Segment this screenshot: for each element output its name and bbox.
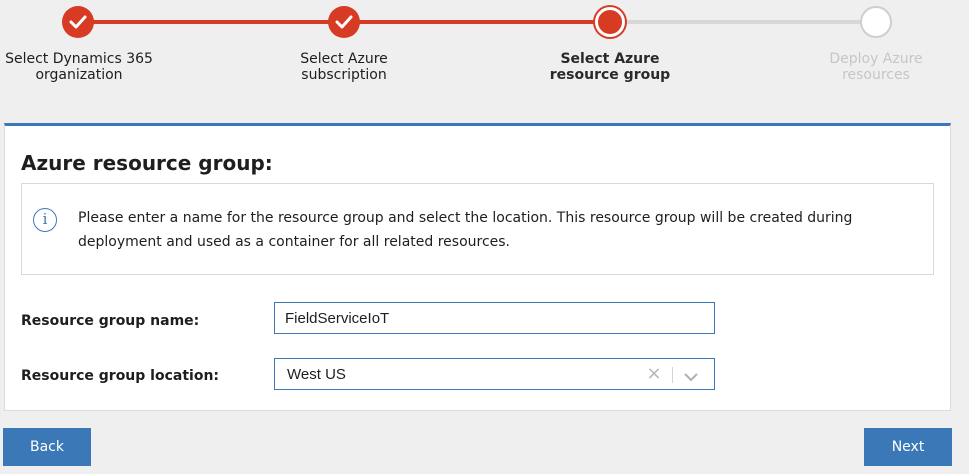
selected-location-value: West US — [287, 366, 346, 383]
step-1-complete-icon — [62, 6, 94, 38]
resource-group-panel: Azure resource group: i Please enter a n… — [4, 123, 951, 411]
chevron-down-icon[interactable] — [683, 368, 699, 387]
page-title: Azure resource group: — [21, 151, 273, 175]
info-icon: i — [33, 208, 57, 232]
step-4-label: Deploy Azure resources — [829, 51, 923, 83]
select-divider — [672, 367, 673, 383]
step-2-label: Select Azure subscription — [300, 51, 388, 83]
info-message-box: i Please enter a name for the resource g… — [21, 183, 934, 275]
resource-group-location-select[interactable]: West US × — [274, 358, 715, 390]
step-2-complete-icon — [328, 6, 360, 38]
wizard-stepper: Select Dynamics 365 organization Select … — [0, 0, 969, 118]
next-button[interactable]: Next — [864, 428, 952, 466]
step-3-current-indicator — [595, 7, 625, 37]
back-button[interactable]: Back — [3, 428, 91, 466]
step-1-label: Select Dynamics 365 organization — [5, 51, 153, 83]
info-message-text: Please enter a name for the resource gro… — [78, 210, 853, 250]
resource-group-location-label: Resource group location: — [21, 368, 220, 384]
step-3-label: Select Azure resource group — [549, 51, 671, 83]
clear-selection-icon[interactable]: × — [645, 365, 663, 383]
resource-group-name-label: Resource group name: — [21, 313, 200, 329]
step-4-pending-indicator — [860, 6, 892, 38]
resource-group-name-input[interactable] — [274, 302, 715, 334]
progress-track-remaining — [610, 20, 876, 24]
